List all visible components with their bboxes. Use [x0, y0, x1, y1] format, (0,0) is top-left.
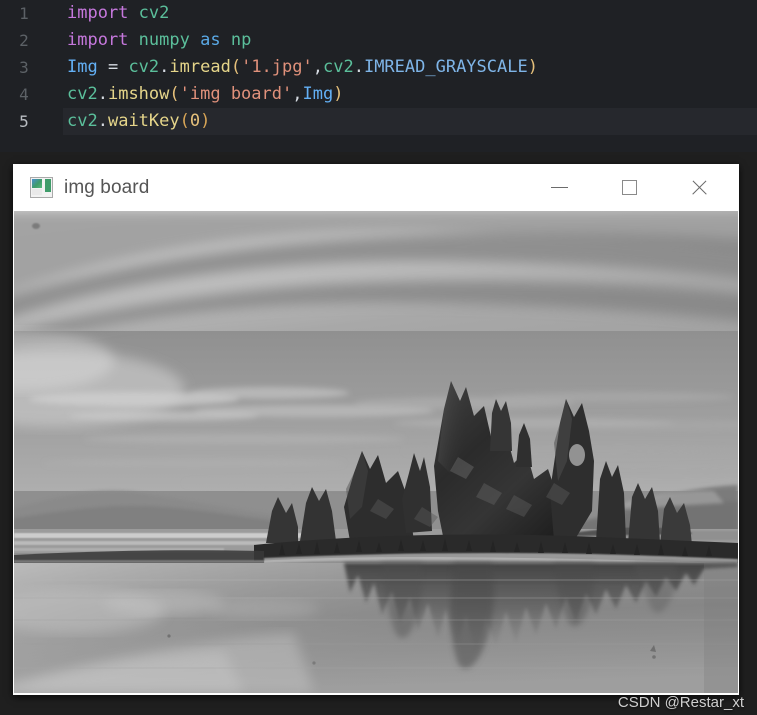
minimize-icon: [550, 187, 568, 188]
line-number: 5: [19, 112, 29, 131]
minimize-button[interactable]: [535, 164, 583, 211]
maximize-button[interactable]: [605, 164, 653, 211]
line-number: 2: [19, 31, 29, 50]
code-line-1[interactable]: 1 import cv2: [0, 0, 757, 27]
code-token: .: [97, 84, 108, 104]
window-titlebar[interactable]: img board: [13, 164, 739, 211]
code-token: as: [200, 30, 221, 50]
code-token: Img: [302, 84, 334, 104]
code-text[interactable]: import numpy as np: [63, 27, 757, 54]
line-number: 4: [19, 85, 29, 104]
code-token: cv2: [67, 84, 98, 104]
code-text[interactable]: Img = cv2.imread('1.jpg',cv2.IMREAD_GRAY…: [63, 54, 757, 81]
code-line-4[interactable]: 4 cv2.imshow('img board',Img): [0, 81, 757, 108]
code-token: =: [97, 57, 129, 77]
mono-lake-tufa-grayscale: [14, 211, 738, 693]
code-token: 'img board': [179, 84, 293, 104]
code-token: import: [67, 30, 129, 50]
code-token: numpy: [138, 30, 190, 50]
code-token: import: [67, 3, 129, 23]
code-token: '1.jpg': [241, 57, 313, 77]
code-token: .: [159, 57, 170, 77]
code-token: ,: [312, 57, 323, 77]
code-token: (: [230, 57, 242, 77]
code-token: (: [179, 111, 190, 131]
code-token: 0: [189, 111, 201, 131]
close-button[interactable]: [675, 164, 723, 211]
code-token: ): [200, 111, 211, 131]
code-token: waitKey: [107, 111, 180, 131]
code-token: cv2: [138, 3, 170, 23]
opencv-image-window[interactable]: img board: [13, 164, 739, 695]
image-window-icon: [30, 177, 53, 198]
code-text[interactable]: import cv2: [63, 0, 757, 27]
code-token: ): [333, 84, 344, 104]
code-token: np: [230, 30, 252, 50]
line-number: 3: [19, 58, 29, 77]
maximize-icon: [621, 180, 637, 195]
code-token: imshow: [107, 84, 170, 104]
python-code-editor[interactable]: 1 import cv2 2 import numpy as np 3 Img = cv2…: [0, 0, 757, 152]
code-token: IMREAD_GRAYSCALE: [363, 57, 528, 77]
code-token: imread: [169, 57, 231, 77]
line-number: 1: [19, 4, 29, 23]
code-text[interactable]: cv2.imshow('img board',Img): [63, 81, 757, 108]
code-token: (: [169, 84, 180, 104]
code-line-5[interactable]: 5 cv2.waitKey(0): [0, 108, 757, 135]
watermark-text: CSDN @Restar_xt: [617, 694, 744, 711]
code-token: cv2: [128, 57, 160, 77]
code-token: ,: [292, 84, 303, 104]
code-token: cv2: [67, 111, 98, 131]
code-token: .: [353, 57, 364, 77]
code-line-3[interactable]: 3 Img = cv2.imread('1.jpg',cv2.IMREAD_GRA…: [0, 54, 757, 81]
code-token: .: [97, 111, 108, 131]
code-token: cv2: [322, 57, 354, 77]
close-icon: [690, 178, 709, 197]
code-text[interactable]: cv2.waitKey(0): [63, 108, 757, 135]
code-token: Img: [67, 57, 98, 77]
code-token: ): [527, 57, 538, 77]
code-line-2[interactable]: 2 import numpy as np: [0, 27, 757, 54]
image-canvas: [14, 211, 738, 693]
window-title: img board: [64, 176, 150, 198]
